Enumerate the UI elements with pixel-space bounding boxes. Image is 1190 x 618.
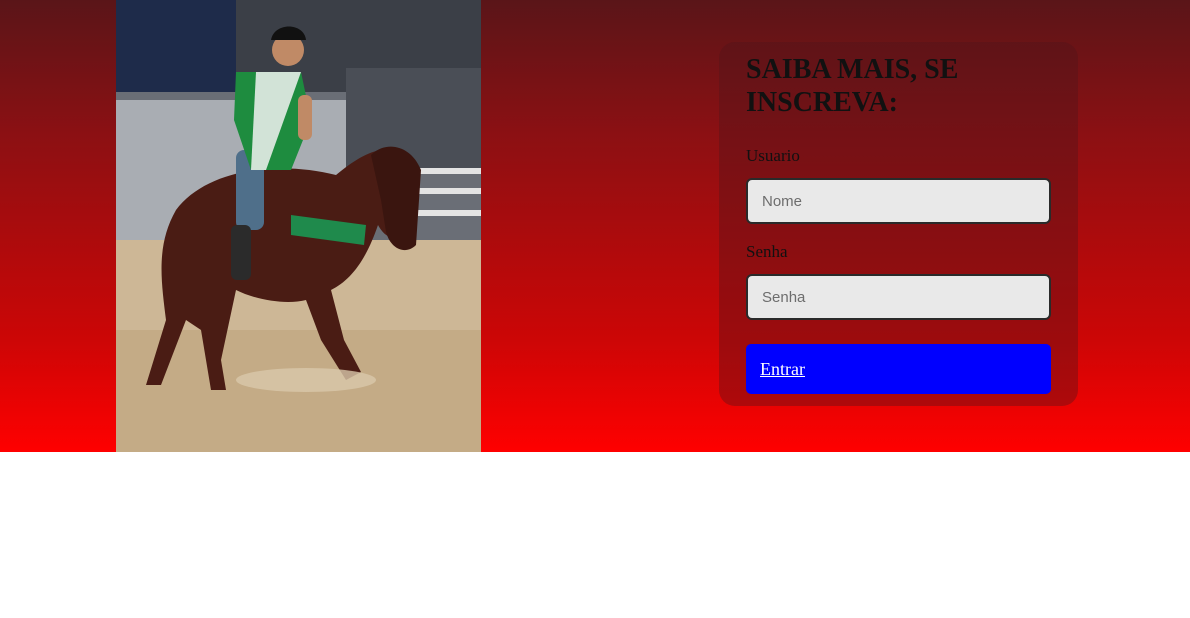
password-label: Senha: [746, 242, 788, 261]
user-label: Usuario: [746, 146, 800, 165]
signup-card: SAIBA MAIS, SE INSCREVA: Usuario Senha E…: [719, 42, 1078, 406]
signup-title: SAIBA MAIS, SE INSCREVA:: [746, 54, 959, 118]
horse-rider-photo: [116, 0, 481, 452]
username-input[interactable]: [746, 178, 1051, 224]
hero-section: SAIBA MAIS, SE INSCREVA: Usuario Senha E…: [0, 0, 1190, 452]
password-input[interactable]: [746, 274, 1051, 320]
submit-link[interactable]: Entrar: [760, 359, 805, 380]
submit-button[interactable]: Entrar: [746, 344, 1051, 394]
